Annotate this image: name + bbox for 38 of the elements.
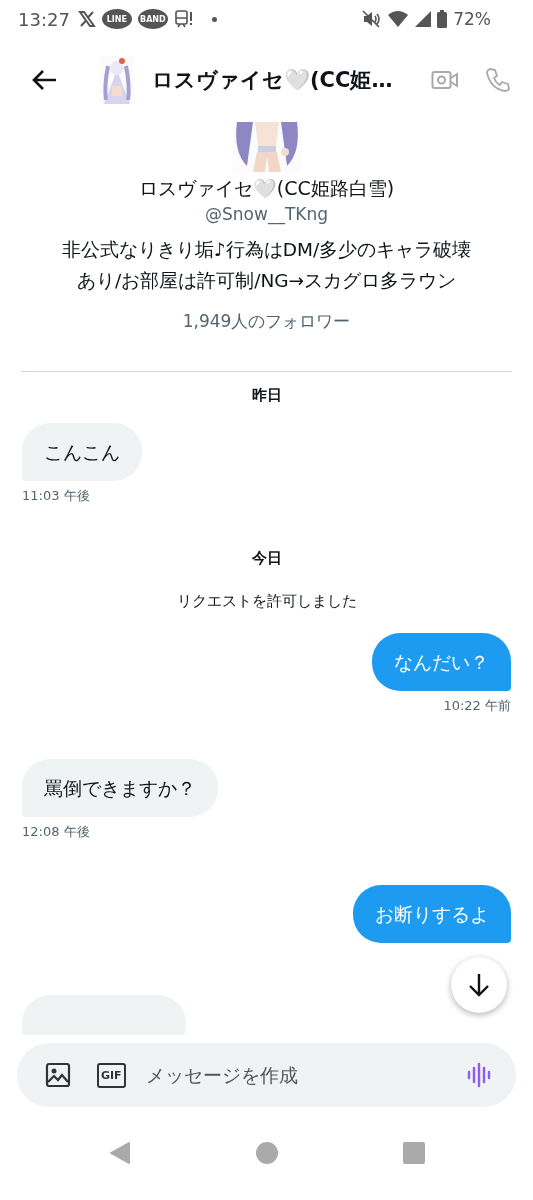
date-separator: 今日 (250, 549, 283, 568)
down-arrow-icon[interactable] (467, 972, 491, 998)
chat-app-icon: LINE (101, 9, 132, 29)
date-separator: 昨日 (250, 386, 283, 405)
battery-icon (437, 10, 448, 28)
sent-message: なんだい？ (372, 633, 511, 691)
gif-button[interactable]: GIF (97, 1062, 126, 1088)
back-nav-icon[interactable] (108, 1140, 131, 1165)
system-message: リクエストを許可しました (175, 592, 358, 611)
train-icon (173, 9, 194, 29)
profile-bio: 非公式なりきり垢♪行為はDM/多少のキャラ破壊あり/お部屋は許可制/NG→スカグロ多ラウン (60, 238, 473, 293)
chat-app-icon: BAND (137, 9, 168, 29)
mute-icon (361, 10, 382, 28)
phone-icon[interactable] (485, 67, 511, 93)
scroll-down-button[interactable] (451, 957, 507, 1013)
follower-count[interactable]: 1,949人のフォロワー (182, 310, 351, 333)
profile-handle: @Snow__TKng (205, 204, 328, 224)
battery-percentage: 72% (453, 9, 491, 29)
sent-message: お断りするよ (353, 885, 511, 943)
back-arrow-icon[interactable] (32, 69, 58, 91)
x-logo-icon (77, 10, 96, 28)
status-time: 13:27 (18, 8, 70, 30)
received-message: こんこん (22, 423, 142, 481)
recents-nav-icon[interactable] (402, 1141, 425, 1164)
voice-message-icon[interactable] (466, 1062, 492, 1088)
video-call-icon[interactable] (431, 69, 459, 91)
message-time: 10:22 午前 (443, 697, 511, 715)
message-composer[interactable]: GIF メッセージを作成 (17, 1043, 516, 1107)
received-message: 罵倒できますか？ (22, 759, 218, 817)
home-nav-icon[interactable] (254, 1140, 279, 1165)
message-time: 12:08 午後 (22, 823, 90, 841)
message-time: 11:03 午後 (22, 487, 90, 505)
profile-name: ロスヴァイセ🤍(CC姫路白雪) (138, 176, 395, 201)
conversation-title: ロスヴァイセ🤍(CC姫… (152, 67, 394, 94)
more-notifications-icon (211, 16, 217, 22)
wifi-icon (387, 10, 410, 28)
image-icon[interactable] (45, 1062, 71, 1088)
signal-icon (415, 11, 432, 27)
